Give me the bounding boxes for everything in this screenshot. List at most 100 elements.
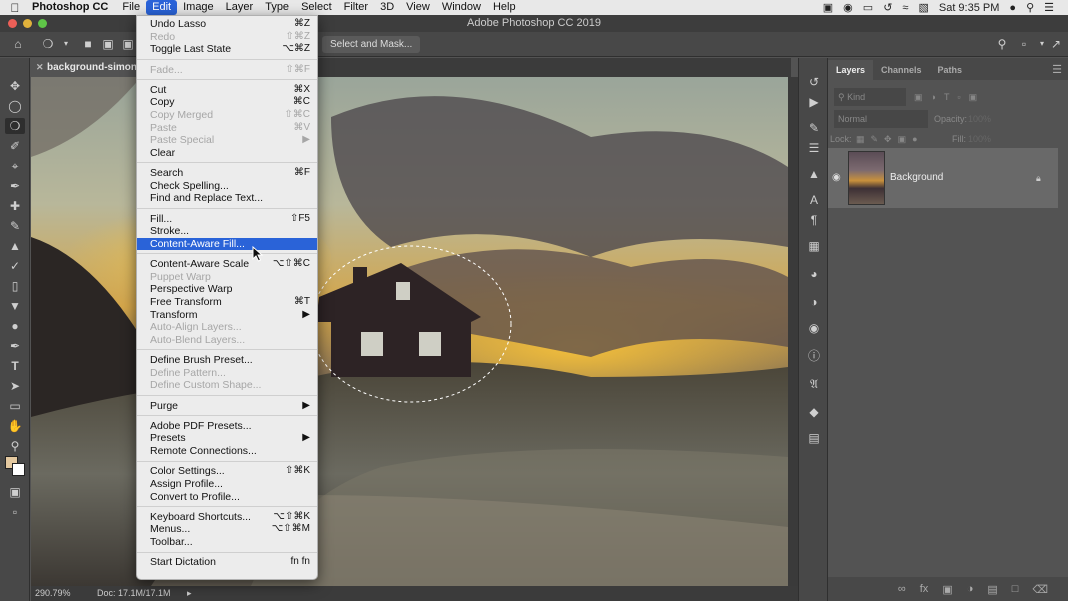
new-layer-icon[interactable]: □ — [1012, 583, 1019, 595]
fill-field[interactable]: 100% — [968, 130, 1008, 148]
menu-item-find-and-replace-text[interactable]: Find and Replace Text... — [137, 192, 317, 205]
menu-item-remote-connections[interactable]: Remote Connections... — [137, 445, 317, 458]
swatches-panel-icon[interactable]: ▦ — [805, 238, 823, 254]
glyphs-panel-icon[interactable]: 𝔄 — [805, 376, 823, 392]
close-tab-icon[interactable]: ✕ — [36, 58, 44, 77]
menu-item-puppet-warp[interactable]: Puppet Warp — [137, 271, 317, 284]
adjustments-panel-icon[interactable]: ◑ — [805, 294, 823, 310]
visibility-eye-icon[interactable]: ◉ — [832, 148, 841, 208]
paragraph-panel-icon[interactable]: ¶ — [805, 212, 823, 228]
libraries-panel-icon[interactable]: ◉ — [805, 320, 823, 336]
info-panel-icon[interactable]: ⓘ — [805, 348, 823, 364]
lock-options-icons[interactable]: ▦✎✥▣● — [856, 130, 936, 148]
menu-item-content-aware-fill[interactable]: Content-Aware Fill... — [137, 237, 317, 251]
menu-layer[interactable]: Layer — [220, 0, 260, 15]
menu-item-define-brush-preset[interactable]: Define Brush Preset... — [137, 354, 317, 367]
menu-item-toggle-last-state[interactable]: Toggle Last State ⌥⌘Z — [137, 43, 317, 56]
menu-item-copy-merged[interactable]: Copy Merged ⇧⌘C — [137, 109, 317, 122]
quick-selection-tool-icon[interactable]: ✐ — [5, 138, 25, 154]
clone-stamp-tool-icon[interactable]: ▲ — [5, 238, 25, 254]
menu-select[interactable]: Select — [295, 0, 338, 15]
search-icon[interactable]: ⚲ — [992, 36, 1012, 52]
learn-panel-icon[interactable]: ◕ — [805, 266, 823, 282]
screen-record-icon[interactable]: ▣ — [823, 1, 833, 14]
menu-image[interactable]: Image — [177, 0, 220, 15]
timeline-panel-icon[interactable]: ▤ — [805, 430, 823, 446]
background-color-swatch[interactable] — [12, 463, 25, 476]
menu-item-keyboard-shortcuts[interactable]: Keyboard Shortcuts... ⌥⇧⌘K — [137, 511, 317, 524]
history-brush-tool-icon[interactable]: ✓ — [5, 258, 25, 274]
brush-panel-icon[interactable]: ✎ — [805, 120, 823, 136]
notification-list-icon[interactable]: ☰ — [1044, 1, 1054, 14]
menu-item-check-spelling[interactable]: Check Spelling... — [137, 180, 317, 193]
menu-item-purge[interactable]: Purge ▶ — [137, 400, 317, 413]
layer-filter-select[interactable]: ⚲ Kind — [834, 88, 906, 106]
add-selection-icon[interactable]: ▣ — [98, 36, 118, 52]
blend-mode-select[interactable]: Normal — [834, 110, 928, 128]
brush-tool-icon[interactable]: ✎ — [5, 218, 25, 234]
lasso-tool-icon[interactable]: ❍ — [5, 118, 25, 134]
quick-mask-icon[interactable]: ▣ — [5, 484, 25, 500]
menu-item-paste-special[interactable]: Paste Special ▶ — [137, 134, 317, 147]
tab-paths[interactable]: Paths — [930, 60, 971, 80]
home-icon[interactable]: ⌂ — [8, 36, 28, 52]
menu-window[interactable]: Window — [436, 0, 487, 15]
chevron-down-icon[interactable]: ▾ — [56, 36, 76, 52]
menu-item-copy[interactable]: Copy ⌘C — [137, 96, 317, 109]
layer-filter-icons[interactable]: ▣◑T▫▣ — [914, 88, 1014, 106]
display-icon[interactable]: ▧ — [918, 1, 928, 14]
type-tool-icon[interactable]: T — [5, 358, 25, 374]
menu-item-auto-align-layers[interactable]: Auto-Align Layers... — [137, 321, 317, 334]
user-icon[interactable]: ● — [1009, 2, 1016, 14]
minimize-window-button[interactable] — [23, 19, 32, 28]
document-tab[interactable]: ✕ background-simon-g — [31, 58, 137, 77]
menu-item-menus[interactable]: Menus... ⌥⇧⌘M — [137, 523, 317, 536]
add-mask-icon[interactable]: ▣ — [942, 583, 952, 596]
menu-filter[interactable]: Filter — [338, 0, 374, 15]
hand-tool-icon[interactable]: ✋ — [5, 418, 25, 434]
workspace-icon[interactable]: ▫ — [1014, 36, 1034, 52]
menu-item-content-aware-scale[interactable]: Content-Aware Scale ⌥⇧⌘C — [137, 258, 317, 271]
time-machine-icon[interactable]: ↺ — [883, 1, 892, 14]
subtract-selection-icon[interactable]: ▣ — [118, 36, 138, 52]
menu-item-stroke[interactable]: Stroke... — [137, 225, 317, 238]
layer-row[interactable]: ◉ Background 🔒︎ — [828, 148, 1058, 208]
menu-item-clear[interactable]: Clear — [137, 147, 317, 160]
menu-item-transform[interactable]: Transform ▶ — [137, 309, 317, 322]
lasso-tool-preset-icon[interactable]: ❍ — [38, 36, 58, 52]
menu-item-cut[interactable]: Cut ⌘X — [137, 84, 317, 97]
menu-type[interactable]: Type — [259, 0, 295, 15]
vertical-scrollbar[interactable] — [788, 77, 798, 586]
new-group-icon[interactable]: ▤ — [987, 583, 997, 596]
tab-channels[interactable]: Channels — [873, 60, 930, 80]
menu-item-start-dictation[interactable]: Start Dictation fn fn — [137, 556, 317, 569]
wifi-icon[interactable]: ≈ — [902, 2, 908, 14]
zoom-tool-icon[interactable]: ⚲ — [5, 438, 25, 454]
menu-item-free-transform[interactable]: Free Transform ⌘T — [137, 296, 317, 309]
panel-menu-icon[interactable]: ☰ — [1046, 60, 1068, 80]
delete-layer-icon[interactable]: ⌫ — [1032, 583, 1048, 596]
creative-cloud-icon[interactable]: ◉ — [843, 1, 853, 14]
crop-tool-icon[interactable]: ⌖ — [5, 158, 25, 174]
menu-item-color-settings[interactable]: Color Settings... ⇧⌘K — [137, 465, 317, 478]
menu-edit[interactable]: Edit — [146, 0, 178, 15]
menu-item-convert-to-profile[interactable]: Convert to Profile... — [137, 491, 317, 504]
pen-tool-icon[interactable]: ✒ — [5, 338, 25, 354]
dodge-tool-icon[interactable]: ● — [5, 318, 25, 334]
status-arrow-icon[interactable]: ▸ — [187, 586, 192, 601]
menubar-clock[interactable]: Sat 9:35 PM — [939, 2, 1000, 14]
healing-brush-tool-icon[interactable]: ✚ — [5, 198, 25, 214]
menu-help[interactable]: Help — [487, 0, 522, 15]
menu-item-auto-blend-layers[interactable]: Auto-Blend Layers... — [137, 334, 317, 347]
menu-item-search[interactable]: Search ⌘F — [137, 167, 317, 180]
opacity-field[interactable]: 100% — [968, 110, 1008, 128]
menu-3d[interactable]: 3D — [374, 0, 400, 15]
apple-icon[interactable]:  — [0, 1, 30, 15]
zoom-level[interactable]: 290.79% — [35, 586, 71, 601]
menu-app-name[interactable]: Photoshop CC — [30, 0, 116, 15]
paint-bucket-tool-icon[interactable]: ▼ — [5, 298, 25, 314]
spotlight-search-icon[interactable]: ⚲ — [1026, 1, 1034, 14]
character-panel-icon[interactable]: A — [805, 192, 823, 208]
menu-item-presets[interactable]: Presets ▶ — [137, 432, 317, 445]
menu-item-paste[interactable]: Paste ⌘V — [137, 122, 317, 135]
